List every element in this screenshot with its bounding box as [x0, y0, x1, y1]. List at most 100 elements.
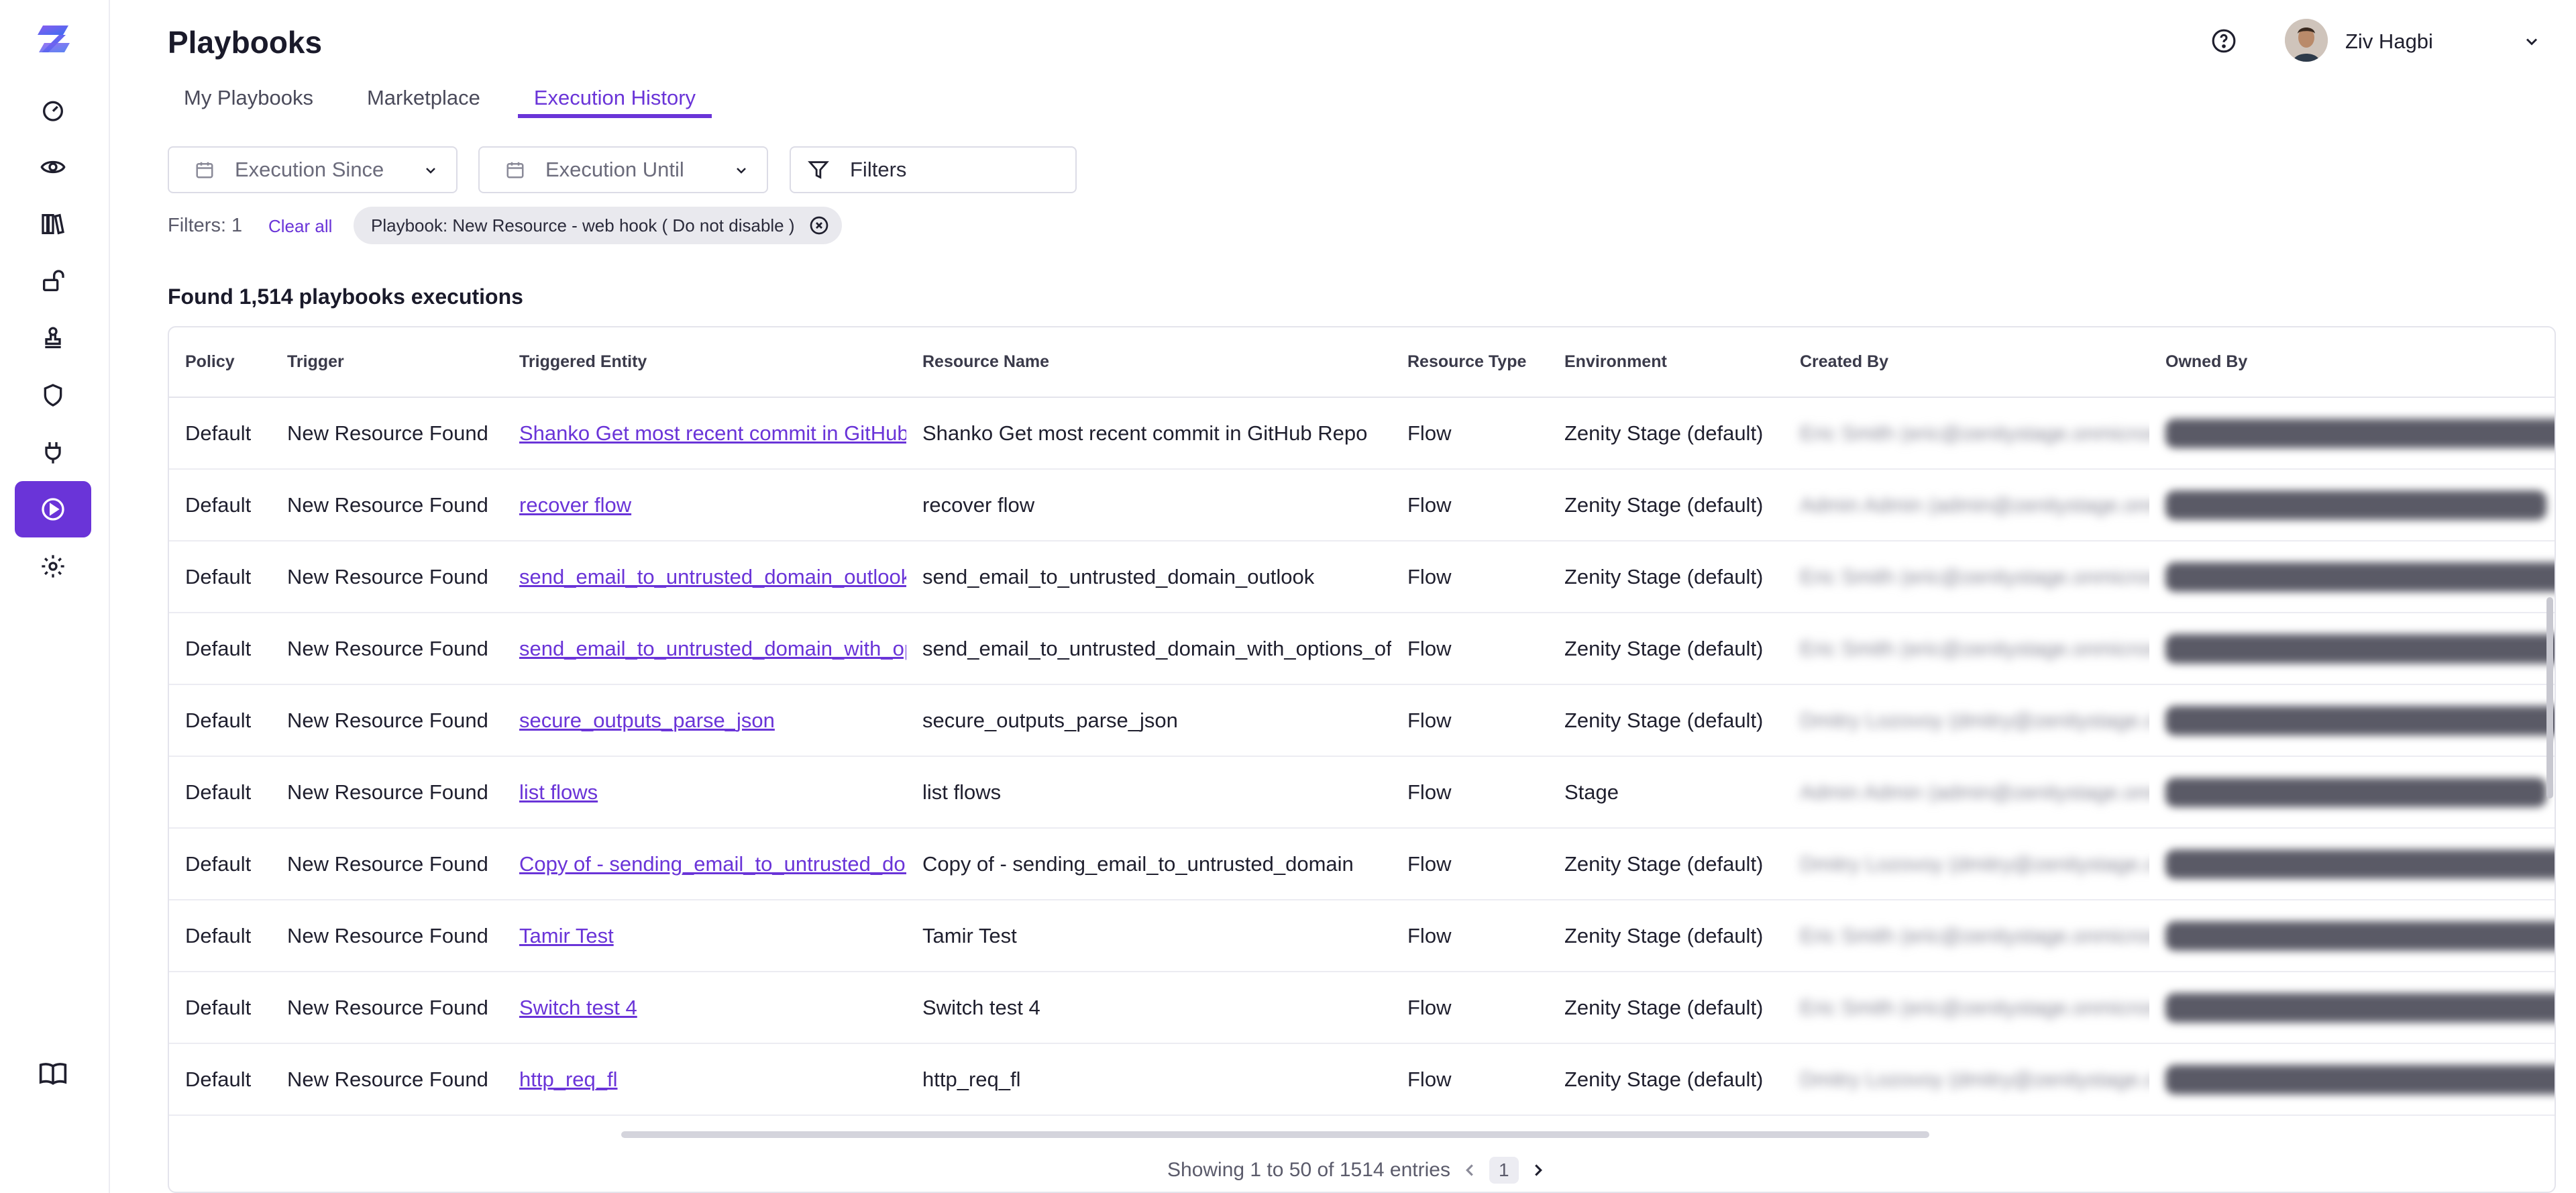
user-name[interactable]: Ziv Hagbi: [2345, 30, 2433, 54]
results-count: Found 1,514 playbooks executions: [168, 284, 523, 309]
playbooks-icon: [42, 498, 64, 521]
help-icon[interactable]: [2211, 28, 2237, 54]
cell-triggered-entity[interactable]: send_email_to_untrusted_domain_outlook: [503, 541, 906, 613]
column-header-policy[interactable]: Policy: [169, 327, 271, 398]
cell-environment: Zenity Stage (default): [1548, 684, 1784, 757]
cell-triggered-entity[interactable]: Tamir Test: [503, 900, 906, 972]
table-row[interactable]: Default New Resource Found list flows list …: [169, 756, 2555, 829]
column-header-resource-name[interactable]: Resource Name: [906, 327, 1391, 398]
cell-owned-by: Dmitry Lozovoy (dmitry@zenitystage.com): [2149, 684, 2555, 757]
cell-triggered-entity[interactable]: send_email_to_untrusted_domain_with_opti…: [503, 613, 906, 685]
table-row[interactable]: Default New Resource Found Copy of - sendi…: [169, 828, 2555, 900]
cell-trigger: New Resource Found: [271, 972, 503, 1044]
chevron-down-icon[interactable]: [2522, 32, 2541, 51]
cell-owned-by: Dmitry Lozovoy (dmitry@zenitystage.com): [2149, 828, 2555, 900]
cell-policy: Default: [169, 972, 271, 1044]
column-header-triggered-entity[interactable]: Triggered Entity: [503, 327, 906, 398]
dashboard-icon: [43, 101, 63, 121]
cell-environment: Zenity Stage (default): [1548, 469, 1784, 541]
execution-until-select[interactable]: Execution Until: [478, 146, 768, 193]
table-row[interactable]: Default New Resource Found secure_outputs_…: [169, 684, 2555, 757]
redacted-creator: Eric Smith (eric@zenitystage.onmicrosoft…: [1800, 923, 2149, 947]
cell-triggered-entity[interactable]: Copy of - sending_email_to_untrusted_dom…: [503, 828, 906, 900]
table-row[interactable]: Default New Resource Found send_email_to_u…: [169, 541, 2555, 613]
cell-environment: Zenity Stage (default): [1548, 613, 1784, 685]
cell-environment: Zenity Stage (default): [1548, 900, 1784, 972]
cell-trigger: New Resource Found: [271, 541, 503, 613]
table-row[interactable]: Default New Resource Found Switch test 4 Sw…: [169, 972, 2555, 1044]
sidebar-item-integrations[interactable]: [15, 424, 91, 480]
sidebar-item-docs[interactable]: [15, 1045, 91, 1102]
redacted-creator: Dmitry Lozovoy (dmitry@zenitystage.com): [1800, 851, 2149, 876]
cell-policy: Default: [169, 684, 271, 757]
sidebar: [0, 0, 110, 1193]
column-header-resource-type[interactable]: Resource Type: [1391, 327, 1548, 398]
sidebar-item-library[interactable]: [15, 196, 91, 252]
zenity-logo[interactable]: [36, 23, 71, 55]
filters-label: Filters: [850, 158, 907, 181]
table-row[interactable]: Default New Resource Found send_email_to_u…: [169, 613, 2555, 685]
cell-resource-type: Flow: [1391, 613, 1548, 685]
redacted-creator: Admin Admin (admin@zenitystage.onmicroso…: [1800, 780, 2149, 804]
chevron-left-icon[interactable]: [1460, 1160, 1480, 1180]
tab-execution-history[interactable]: Execution History: [517, 74, 712, 118]
shield-icon: [44, 384, 62, 407]
sidebar-item-dashboard[interactable]: [15, 82, 91, 138]
filter-chip: Playbook: New Resource - web hook ( Do n…: [354, 207, 842, 244]
cell-resource-name: Shanko Get most recent commit in GitHub …: [906, 397, 1391, 470]
plug-icon: [45, 442, 61, 464]
cell-triggered-entity[interactable]: Switch test 4: [503, 972, 906, 1044]
table-row[interactable]: Default New Resource Found Tamir Test Tamir…: [169, 900, 2555, 972]
page-number[interactable]: 1: [1489, 1157, 1519, 1184]
column-header-environment[interactable]: Environment: [1548, 327, 1784, 398]
sidebar-item-playbooks[interactable]: [15, 481, 91, 537]
horizontal-scrollbar[interactable]: [621, 1131, 1929, 1138]
cell-policy: Default: [169, 469, 271, 541]
column-header-created-by[interactable]: Created By: [1784, 327, 2149, 398]
sidebar-item-visibility[interactable]: [15, 139, 91, 195]
avatar[interactable]: [2285, 19, 2328, 62]
table-row[interactable]: Default New Resource Found http_req_fl http…: [169, 1043, 2555, 1116]
table-row[interactable]: Default New Resource Found Shanko Get most…: [169, 397, 2555, 470]
cell-triggered-entity[interactable]: recover flow: [503, 469, 906, 541]
sidebar-item-access[interactable]: [15, 253, 91, 309]
redacted-owner: Eric Smith (eric@zenitystage.onmicrosoft…: [2165, 992, 2555, 1023]
sidebar-item-compliance[interactable]: [15, 310, 91, 366]
table-row[interactable]: Default New Resource Found recover flow rec…: [169, 469, 2555, 541]
cell-resource-type: Flow: [1391, 397, 1548, 470]
vertical-scrollbar[interactable]: [2546, 597, 2553, 798]
cell-policy: Default: [169, 828, 271, 900]
cell-triggered-entity[interactable]: secure_outputs_parse_json: [503, 684, 906, 757]
executions-table: Policy Trigger Triggered Entity Resource…: [168, 326, 2556, 1193]
column-header-trigger[interactable]: Trigger: [271, 327, 503, 398]
filter-chip-label: Playbook: New Resource - web hook ( Do n…: [371, 215, 795, 236]
tab-marketplace[interactable]: Marketplace: [351, 74, 496, 118]
unlock-icon: [43, 270, 64, 291]
cell-policy: Default: [169, 613, 271, 685]
cell-triggered-entity[interactable]: http_req_fl: [503, 1043, 906, 1116]
cell-resource-name: send_email_to_untrusted_domain_outlook: [906, 541, 1391, 613]
sidebar-item-security[interactable]: [15, 367, 91, 423]
sidebar-item-settings[interactable]: [15, 538, 91, 594]
cell-created-by: Dmitry Lozovoy (dmitry@zenitystage.com): [1784, 828, 2149, 900]
cell-trigger: New Resource Found: [271, 900, 503, 972]
execution-since-select[interactable]: Execution Since: [168, 146, 458, 193]
page-title: Playbooks: [168, 25, 323, 60]
cell-owned-by: Admin Admin (admin@zenitystage.com): [2149, 756, 2555, 829]
cell-triggered-entity[interactable]: Shanko Get most recent commit in GitHub …: [503, 397, 906, 470]
clear-all-link[interactable]: Clear all: [268, 216, 332, 237]
cell-triggered-entity[interactable]: list flows: [503, 756, 906, 829]
cell-resource-name: secure_outputs_parse_json: [906, 684, 1391, 757]
cell-owned-by: Eric Smith (eric@zenitystage.onmicrosoft…: [2149, 900, 2555, 972]
redacted-creator: Eric Smith (eric@zenitystage.onmicrosoft…: [1800, 421, 2149, 445]
redacted-owner: Eric Smith (eric@zenitystage.onmicrosoft…: [2165, 633, 2555, 664]
close-icon[interactable]: [808, 215, 830, 236]
redacted-owner: Dmitry Lozovoy (dmitry@zenitystage.com): [2165, 705, 2555, 735]
tab-my-playbooks[interactable]: My Playbooks: [168, 74, 329, 118]
cell-owned-by: Eric Smith (eric@zenitystage.onmicrosoft…: [2149, 613, 2555, 685]
column-header-owned-by[interactable]: Owned By: [2149, 327, 2555, 398]
chevron-right-icon[interactable]: [1528, 1160, 1548, 1180]
cell-resource-type: Flow: [1391, 684, 1548, 757]
filters-button[interactable]: Filters: [790, 146, 1077, 193]
redacted-owner: Dmitry Lozovoy (dmitry@zenitystage.com): [2165, 849, 2555, 879]
